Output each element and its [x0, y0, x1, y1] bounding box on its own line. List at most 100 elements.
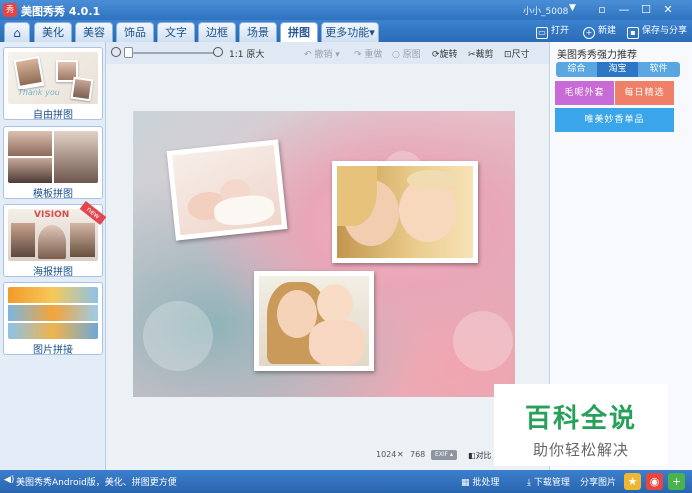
- free-collage-label: 自由拼图: [33, 110, 73, 121]
- promo-wool-coat[interactable]: 毛呢外套: [555, 81, 614, 105]
- download-label: 下载管理: [533, 478, 570, 488]
- tab-software[interactable]: 软件: [638, 62, 679, 77]
- compare-button[interactable]: ◧对比: [468, 450, 492, 461]
- edit-toolbar: 1:1 原大 ↶ 撤销 ▾ ↷ 重做 ○ 原图 ⟳旋转 ✂裁剪 ⊡尺寸: [106, 42, 549, 64]
- open-label: 打开: [551, 26, 570, 36]
- collage-photo-mother-baby-nose[interactable]: [332, 161, 478, 263]
- recommend-title: 美图秀秀强力推荐: [557, 50, 637, 61]
- zoom-slider-track[interactable]: [124, 52, 214, 54]
- watermark-title: 百科全说: [524, 404, 637, 434]
- undo-icon: ↶: [304, 50, 312, 60]
- free-collage-item[interactable]: Thank you 自由拼图: [3, 47, 103, 121]
- canvas-height-value: 768: [410, 450, 426, 459]
- redo-label: 重做: [364, 50, 383, 60]
- watermark: 百科全说 助你轻松解决: [494, 384, 668, 466]
- main-tab-bar: ⌂ 美化 美容 饰品 文字 边框 场景 拼图 更多功能▾ ▭ 打开 + 新建 ▪ 保存…: [0, 20, 692, 42]
- image-stitch-thumbnail: [8, 287, 98, 339]
- template-collage-thumbnail: [8, 131, 98, 183]
- original-image-button[interactable]: ○ 原图: [392, 47, 421, 60]
- app-logo-icon: 秀: [3, 3, 17, 17]
- status-message[interactable]: 美图秀秀Android版，美化、拼图更方便: [16, 475, 177, 488]
- open-button[interactable]: ▭ 打开: [536, 22, 569, 40]
- save-share-button[interactable]: ▪ 保存与分享: [627, 22, 687, 40]
- app-title: 美图秀秀 4.0.1: [21, 5, 101, 18]
- rotate-label: 旋转: [439, 50, 458, 60]
- size-icon: ⊡: [504, 50, 512, 60]
- recommend-tabs: 综合 淘宝 软件: [556, 62, 680, 77]
- zoom-slider-thumb[interactable]: [124, 47, 133, 58]
- crop-label: 裁剪: [475, 50, 494, 60]
- compare-icon: ◧: [468, 451, 476, 460]
- tab-collage[interactable]: 拼图: [280, 22, 318, 42]
- image-stitch-label: 图片拼接: [33, 345, 73, 356]
- tab-home[interactable]: ⌂: [4, 22, 30, 42]
- collage-mode-panel: Thank you 自由拼图 模板拼图 VISION new 海报拼图 图片拼接: [0, 42, 107, 470]
- tab-more-label: 更多功能: [325, 26, 370, 39]
- original-size-button[interactable]: 1:1 原大: [229, 47, 264, 60]
- add-icon[interactable]: +: [668, 473, 685, 490]
- new-button[interactable]: + 新建: [583, 22, 616, 40]
- image-stitch-item[interactable]: 图片拼接: [3, 282, 103, 356]
- title-bar: 秀 美图秀秀 4.0.1 小小_5008 ▼ ▫ — ☐ ✕: [0, 0, 692, 20]
- user-menu-arrow-icon[interactable]: ▼: [569, 3, 576, 13]
- maximize-button[interactable]: ☐: [638, 2, 654, 17]
- poster-collage-item[interactable]: VISION new 海报拼图: [3, 201, 107, 278]
- new-label: 新建: [598, 26, 617, 36]
- poster-collage-thumbnail: VISION: [8, 209, 98, 261]
- tab-face[interactable]: 美容: [75, 22, 113, 42]
- crop-button[interactable]: ✂裁剪: [468, 47, 494, 60]
- tab-taobao[interactable]: 淘宝: [597, 62, 638, 77]
- promo-beauty-items[interactable]: 唯美妙香单品: [555, 108, 674, 132]
- undo-button[interactable]: ↶ 撤销 ▾: [304, 47, 340, 60]
- collage-canvas[interactable]: [133, 111, 515, 397]
- original-image-icon: ○: [392, 50, 400, 60]
- folder-icon: ▭: [536, 27, 548, 39]
- template-collage-label: 模板拼图: [33, 189, 73, 200]
- rotate-button[interactable]: ⟳旋转: [432, 47, 458, 60]
- undo-label: 撤销: [314, 50, 333, 60]
- share-image-button[interactable]: 分享图片: [580, 475, 616, 488]
- plus-icon: +: [583, 27, 595, 39]
- zoom-in-icon[interactable]: [213, 47, 223, 57]
- speaker-icon: ◀): [4, 475, 15, 485]
- minimize-button[interactable]: —: [616, 2, 632, 17]
- tab-scene[interactable]: 场景: [239, 22, 277, 42]
- status-bar: ◀) 美图秀秀Android版，美化、拼图更方便 ▦ 批处理 ⤓ 下载管理 分享…: [0, 470, 692, 493]
- size-button[interactable]: ⊡尺寸: [504, 47, 530, 60]
- free-collage-thumbnail: Thank you: [8, 52, 98, 104]
- tab-text[interactable]: 文字: [157, 22, 195, 42]
- download-manager-button[interactable]: ⤓ 下载管理: [527, 475, 570, 488]
- weibo-icon[interactable]: ◉: [646, 473, 663, 490]
- save-label: 保存与分享: [642, 26, 688, 36]
- crop-icon: ✂: [468, 50, 476, 60]
- redo-button[interactable]: ↷ 重做: [354, 47, 382, 60]
- template-collage-item[interactable]: 模板拼图: [3, 126, 103, 200]
- times-sign: ✕: [397, 450, 404, 459]
- canvas-width-value: 1024: [376, 450, 397, 459]
- tab-border[interactable]: 边框: [198, 22, 236, 42]
- user-name[interactable]: 小小_5008: [523, 4, 568, 17]
- poster-collage-label: 海报拼图: [33, 267, 73, 278]
- tab-accessories[interactable]: 饰品: [116, 22, 154, 42]
- collage-photo-baby-sleeping[interactable]: [166, 139, 288, 241]
- close-button[interactable]: ✕: [660, 2, 676, 17]
- batch-icon: ▦: [461, 478, 470, 488]
- skin-icon[interactable]: ▫: [594, 2, 610, 17]
- batch-button[interactable]: ▦ 批处理: [461, 475, 499, 488]
- size-label: 尺寸: [511, 50, 530, 60]
- tab-general[interactable]: 综合: [556, 62, 597, 77]
- original-image-label: 原图: [402, 50, 421, 60]
- exif-button[interactable]: EXIF ▴: [431, 450, 457, 460]
- batch-label: 批处理: [472, 478, 500, 488]
- tab-beautify[interactable]: 美化: [34, 22, 72, 42]
- download-icon: ⤓: [527, 478, 531, 488]
- tab-more[interactable]: 更多功能▾: [321, 22, 379, 42]
- star-icon[interactable]: ★: [624, 473, 641, 490]
- compare-label: 对比: [475, 451, 492, 460]
- collage-photo-mother-baby-hug[interactable]: [254, 271, 374, 371]
- home-icon: ⌂: [13, 26, 21, 40]
- promo-daily-picks[interactable]: 每日精选: [615, 81, 674, 105]
- workspace: 1024 ✕ 768 EXIF ▴ ◧对比: [106, 64, 549, 470]
- zoom-out-icon[interactable]: [111, 47, 121, 57]
- save-icon: ▪: [627, 27, 639, 39]
